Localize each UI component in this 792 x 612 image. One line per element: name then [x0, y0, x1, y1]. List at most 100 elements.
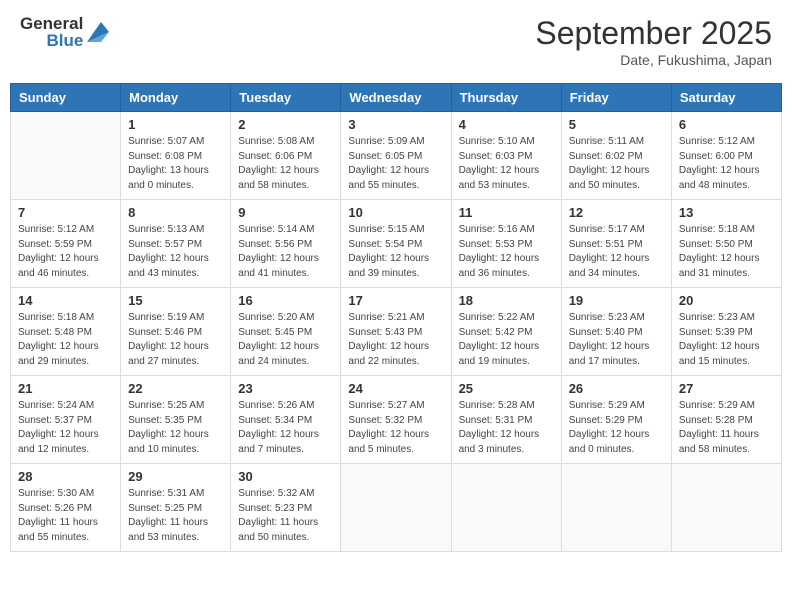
- calendar-day-cell: 26Sunrise: 5:29 AM Sunset: 5:29 PM Dayli…: [561, 376, 671, 464]
- day-info: Sunrise: 5:24 AM Sunset: 5:37 PM Dayligh…: [18, 399, 113, 457]
- day-info: Sunrise: 5:27 AM Sunset: 5:32 PM Dayligh…: [348, 399, 443, 457]
- day-info: Sunrise: 5:11 AM Sunset: 6:02 PM Dayligh…: [569, 135, 664, 193]
- day-number: 30: [238, 469, 333, 484]
- calendar-weekday-header: Monday: [121, 84, 231, 112]
- page-header: General Blue September 2025 Date, Fukush…: [10, 10, 782, 73]
- calendar-day-cell: 4Sunrise: 5:10 AM Sunset: 6:03 PM Daylig…: [451, 112, 561, 200]
- day-info: Sunrise: 5:17 AM Sunset: 5:51 PM Dayligh…: [569, 223, 664, 281]
- day-info: Sunrise: 5:07 AM Sunset: 6:08 PM Dayligh…: [128, 135, 223, 193]
- logo: General Blue: [20, 15, 109, 49]
- calendar-day-cell: [11, 112, 121, 200]
- day-number: 20: [679, 293, 774, 308]
- day-info: Sunrise: 5:22 AM Sunset: 5:42 PM Dayligh…: [459, 311, 554, 369]
- calendar-week-row: 21 Sunrise: 5:24 AM Sunset: 5:37 PM Dayli…: [11, 376, 782, 464]
- day-number: 2: [238, 117, 333, 132]
- calendar-day-cell: 11Sunrise: 5:16 AM Sunset: 5:53 PM Dayli…: [451, 200, 561, 288]
- day-number: 5: [569, 117, 664, 132]
- day-info: Sunrise: 5:20 AM Sunset: 5:45 PM Dayligh…: [238, 311, 333, 369]
- calendar-day-cell: 2 Sunrise: 5:08 AM Sunset: 6:06 PM Daylig…: [231, 112, 341, 200]
- day-info: Sunrise: 5:30 AM Sunset: 5:26 PM Dayligh…: [18, 487, 113, 545]
- calendar-day-cell: 20 Sunrise: 5:23 AM Sunset: 5:39 PM Dayli…: [671, 288, 781, 376]
- calendar-day-cell: 25 Sunrise: 5:28 AM Sunset: 5:31 PM Dayli…: [451, 376, 561, 464]
- day-info: Sunrise: 5:15 AM Sunset: 5:54 PM Dayligh…: [348, 223, 443, 281]
- day-number: 21: [18, 381, 113, 396]
- calendar-day-cell: 27 Sunrise: 5:29 AM Sunset: 5:28 PM Dayli…: [671, 376, 781, 464]
- calendar-weekday-header: Tuesday: [231, 84, 341, 112]
- calendar-week-row: 7Sunrise: 5:12 AM Sunset: 5:59 PM Daylig…: [11, 200, 782, 288]
- calendar-weekday-header: Saturday: [671, 84, 781, 112]
- calendar-day-cell: 9Sunrise: 5:14 AM Sunset: 5:56 PM Daylig…: [231, 200, 341, 288]
- calendar-day-cell: [561, 464, 671, 552]
- day-number: 19: [569, 293, 664, 308]
- day-info: Sunrise: 5:12 AM Sunset: 5:59 PM Dayligh…: [18, 223, 113, 281]
- logo-icon: [87, 22, 109, 42]
- day-number: 6: [679, 117, 774, 132]
- calendar-day-cell: 18Sunrise: 5:22 AM Sunset: 5:42 PM Dayli…: [451, 288, 561, 376]
- day-info: Sunrise: 5:21 AM Sunset: 5:43 PM Dayligh…: [348, 311, 443, 369]
- calendar-day-cell: 24Sunrise: 5:27 AM Sunset: 5:32 PM Dayli…: [341, 376, 451, 464]
- calendar-table: SundayMondayTuesdayWednesdayThursdayFrid…: [10, 83, 782, 552]
- day-number: 13: [679, 205, 774, 220]
- day-info: Sunrise: 5:32 AM Sunset: 5:23 PM Dayligh…: [238, 487, 333, 545]
- calendar-day-cell: 30 Sunrise: 5:32 AM Sunset: 5:23 PM Dayli…: [231, 464, 341, 552]
- day-info: Sunrise: 5:18 AM Sunset: 5:48 PM Dayligh…: [18, 311, 113, 369]
- location-subtitle: Date, Fukushima, Japan: [535, 52, 772, 68]
- day-number: 12: [569, 205, 664, 220]
- day-number: 17: [348, 293, 443, 308]
- day-info: Sunrise: 5:23 AM Sunset: 5:40 PM Dayligh…: [569, 311, 664, 369]
- calendar-weekday-header: Thursday: [451, 84, 561, 112]
- calendar-day-cell: 28 Sunrise: 5:30 AM Sunset: 5:26 PM Dayli…: [11, 464, 121, 552]
- calendar-day-cell: 29 Sunrise: 5:31 AM Sunset: 5:25 PM Dayli…: [121, 464, 231, 552]
- calendar-body: 1 Sunrise: 5:07 AM Sunset: 6:08 PM Daylig…: [11, 112, 782, 552]
- calendar-day-cell: [341, 464, 451, 552]
- day-number: 11: [459, 205, 554, 220]
- calendar-day-cell: 7Sunrise: 5:12 AM Sunset: 5:59 PM Daylig…: [11, 200, 121, 288]
- calendar-day-cell: 19 Sunrise: 5:23 AM Sunset: 5:40 PM Dayli…: [561, 288, 671, 376]
- month-title: September 2025: [535, 15, 772, 52]
- day-number: 10: [348, 205, 443, 220]
- day-info: Sunrise: 5:18 AM Sunset: 5:50 PM Dayligh…: [679, 223, 774, 281]
- day-number: 27: [679, 381, 774, 396]
- calendar-day-cell: 12 Sunrise: 5:17 AM Sunset: 5:51 PM Dayli…: [561, 200, 671, 288]
- calendar-header-row: SundayMondayTuesdayWednesdayThursdayFrid…: [11, 84, 782, 112]
- day-number: 29: [128, 469, 223, 484]
- day-info: Sunrise: 5:23 AM Sunset: 5:39 PM Dayligh…: [679, 311, 774, 369]
- calendar-day-cell: 17 Sunrise: 5:21 AM Sunset: 5:43 PM Dayli…: [341, 288, 451, 376]
- calendar-day-cell: [451, 464, 561, 552]
- calendar-day-cell: 23 Sunrise: 5:26 AM Sunset: 5:34 PM Dayli…: [231, 376, 341, 464]
- calendar-week-row: 28 Sunrise: 5:30 AM Sunset: 5:26 PM Dayli…: [11, 464, 782, 552]
- calendar-day-cell: 5 Sunrise: 5:11 AM Sunset: 6:02 PM Daylig…: [561, 112, 671, 200]
- day-number: 25: [459, 381, 554, 396]
- logo-general: General: [20, 15, 83, 32]
- calendar-day-cell: 1 Sunrise: 5:07 AM Sunset: 6:08 PM Daylig…: [121, 112, 231, 200]
- day-number: 14: [18, 293, 113, 308]
- calendar-day-cell: 21 Sunrise: 5:24 AM Sunset: 5:37 PM Dayli…: [11, 376, 121, 464]
- day-info: Sunrise: 5:31 AM Sunset: 5:25 PM Dayligh…: [128, 487, 223, 545]
- calendar-week-row: 1 Sunrise: 5:07 AM Sunset: 6:08 PM Daylig…: [11, 112, 782, 200]
- day-number: 3: [348, 117, 443, 132]
- day-number: 23: [238, 381, 333, 396]
- calendar-day-cell: 15 Sunrise: 5:19 AM Sunset: 5:46 PM Dayli…: [121, 288, 231, 376]
- calendar-day-cell: 22 Sunrise: 5:25 AM Sunset: 5:35 PM Dayli…: [121, 376, 231, 464]
- calendar-day-cell: [671, 464, 781, 552]
- calendar-day-cell: 6Sunrise: 5:12 AM Sunset: 6:00 PM Daylig…: [671, 112, 781, 200]
- calendar-day-cell: 16Sunrise: 5:20 AM Sunset: 5:45 PM Dayli…: [231, 288, 341, 376]
- day-info: Sunrise: 5:28 AM Sunset: 5:31 PM Dayligh…: [459, 399, 554, 457]
- day-info: Sunrise: 5:19 AM Sunset: 5:46 PM Dayligh…: [128, 311, 223, 369]
- calendar-week-row: 14 Sunrise: 5:18 AM Sunset: 5:48 PM Dayli…: [11, 288, 782, 376]
- calendar-day-cell: 10 Sunrise: 5:15 AM Sunset: 5:54 PM Dayli…: [341, 200, 451, 288]
- calendar-weekday-header: Wednesday: [341, 84, 451, 112]
- day-number: 28: [18, 469, 113, 484]
- day-info: Sunrise: 5:26 AM Sunset: 5:34 PM Dayligh…: [238, 399, 333, 457]
- logo-blue: Blue: [46, 32, 83, 49]
- title-block: September 2025 Date, Fukushima, Japan: [535, 15, 772, 68]
- day-number: 4: [459, 117, 554, 132]
- day-number: 22: [128, 381, 223, 396]
- day-info: Sunrise: 5:25 AM Sunset: 5:35 PM Dayligh…: [128, 399, 223, 457]
- day-info: Sunrise: 5:29 AM Sunset: 5:28 PM Dayligh…: [679, 399, 774, 457]
- day-info: Sunrise: 5:08 AM Sunset: 6:06 PM Dayligh…: [238, 135, 333, 193]
- day-number: 1: [128, 117, 223, 132]
- calendar-day-cell: 14 Sunrise: 5:18 AM Sunset: 5:48 PM Dayli…: [11, 288, 121, 376]
- day-number: 15: [128, 293, 223, 308]
- calendar-day-cell: 3Sunrise: 5:09 AM Sunset: 6:05 PM Daylig…: [341, 112, 451, 200]
